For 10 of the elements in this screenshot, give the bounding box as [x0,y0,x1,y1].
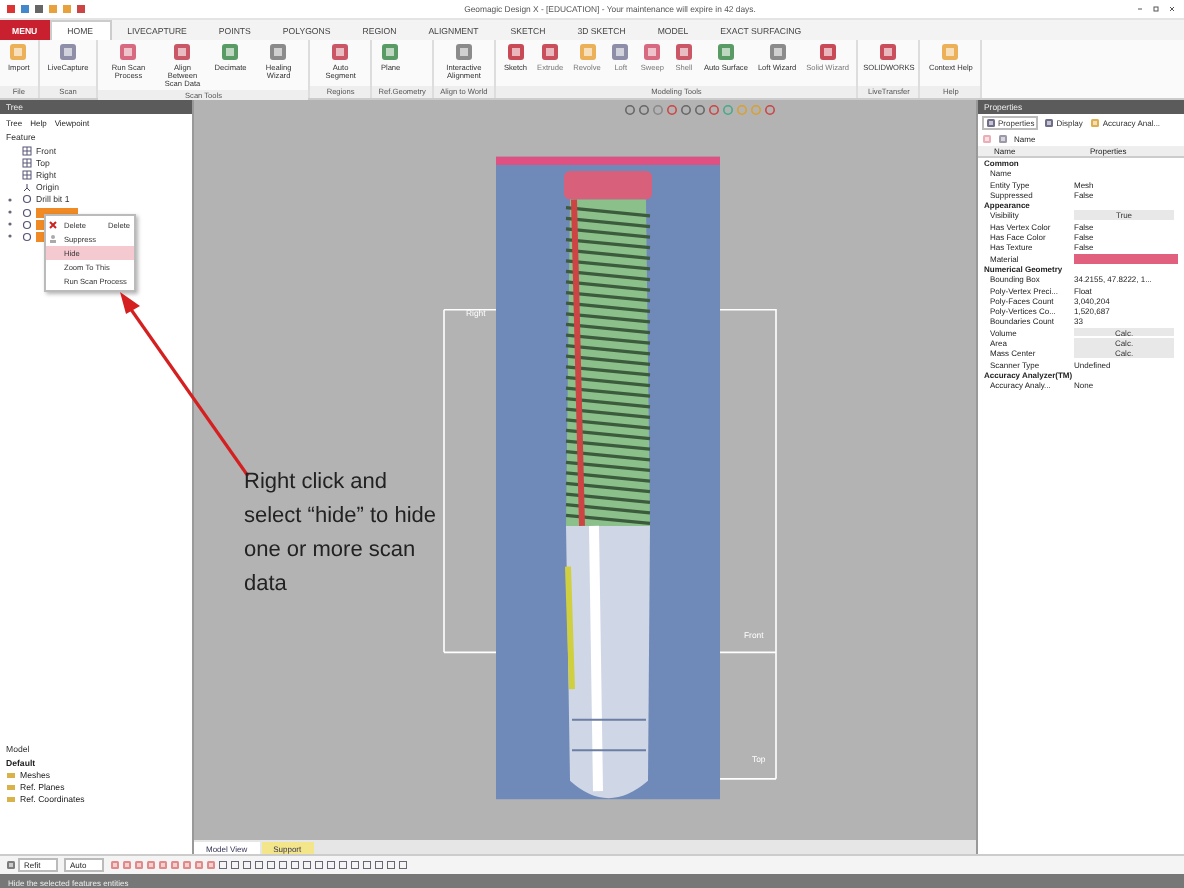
tab-icon [1090,117,1101,127]
close-icon [48,220,58,230]
tab-icon [986,117,996,127]
origin-icon [22,182,32,193]
material-swatch[interactable] [1074,254,1178,264]
maximize-icon[interactable] [1150,4,1162,14]
person-icon [48,234,58,244]
tab-icon [1044,117,1055,127]
annotation-text: Right click and select “hide” to hide one or more scan data [244,468,438,600]
close-icon[interactable] [1166,4,1178,14]
